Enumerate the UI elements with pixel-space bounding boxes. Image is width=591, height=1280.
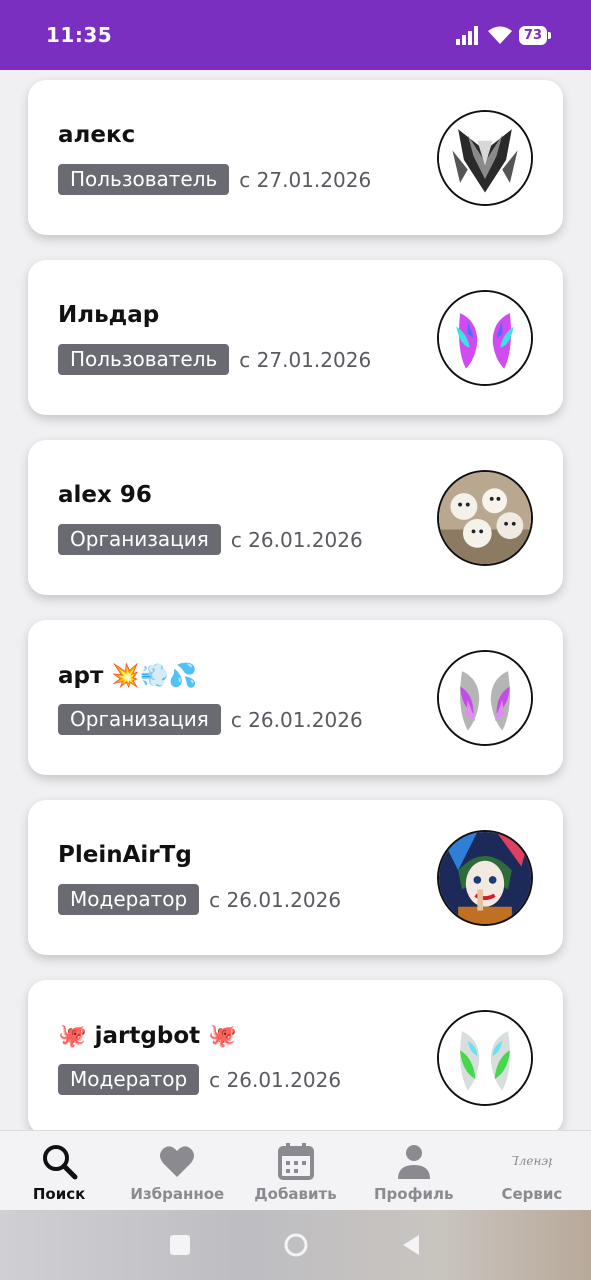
nav-profile-label: Профиль [373, 1185, 454, 1203]
avatar[interactable] [437, 290, 533, 386]
user-meta: Организация с 26.01.2026 [58, 524, 363, 555]
status-icons: 73 [455, 25, 552, 45]
dark-abstract-avatar-icon [439, 112, 531, 204]
nav-add[interactable]: Добавить [236, 1131, 354, 1210]
purple-wings-avatar-icon [439, 652, 531, 744]
member-since: с 26.01.2026 [209, 887, 342, 912]
user-card[interactable]: PleinAirTg Модератор с 26.01.2026 [28, 800, 563, 955]
member-since: с 26.01.2026 [209, 1067, 342, 1092]
user-meta: Организация с 26.01.2026 [58, 704, 363, 735]
user-card[interactable]: Ильдар Пользователь с 27.01.2026 [28, 260, 563, 415]
avatar[interactable] [437, 110, 533, 206]
system-nav-bar [0, 1210, 591, 1280]
member-since: с 27.01.2026 [239, 347, 372, 372]
neon-wings-avatar-icon [439, 292, 531, 384]
nav-search[interactable]: Поиск [0, 1131, 118, 1210]
dogs-meme-avatar-icon [439, 472, 531, 564]
role-badge: Модератор [58, 1064, 200, 1095]
user-name: 🐙 jartgbot 🐙 [58, 1023, 237, 1049]
home-icon[interactable] [283, 1232, 309, 1258]
user-name: алекс [58, 122, 136, 148]
user-card[interactable]: 🐙 jartgbot 🐙 Модератор с 26.01.2026 [28, 980, 563, 1130]
recents-icon[interactable] [167, 1232, 193, 1258]
member-since: с 27.01.2026 [239, 167, 372, 192]
user-meta: Модератор с 26.01.2026 [58, 1064, 341, 1095]
status-bar: 11:35 73 [0, 0, 591, 70]
joker-painting-avatar-icon [439, 832, 531, 924]
user-name: PleinAirTg [58, 842, 192, 868]
search-icon [43, 1145, 78, 1180]
avatar[interactable] [437, 830, 533, 926]
nav-favorites-label: Избранное [130, 1185, 225, 1203]
user-meta: Модератор с 26.01.2026 [58, 884, 341, 915]
signal-icon [455, 26, 478, 45]
bottom-nav: Поиск Избранное Добавить Профиль Пленэр [0, 1130, 591, 1210]
avatar[interactable] [437, 650, 533, 746]
role-badge: Модератор [58, 884, 200, 915]
user-name: Ильдар [58, 302, 160, 328]
nav-favorites[interactable]: Избранное [118, 1131, 236, 1210]
nav-profile[interactable]: Профиль [355, 1131, 473, 1210]
user-name: арт 💥💨💦 [58, 663, 198, 689]
user-meta: Пользователь с 27.01.2026 [58, 344, 371, 375]
nav-service-label: Сервис [501, 1185, 563, 1203]
role-badge: Пользователь [58, 164, 230, 195]
back-icon[interactable] [399, 1232, 425, 1258]
user-name: alex 96 [58, 482, 152, 508]
user-list[interactable]: алекс Пользователь с 27.01.2026 Ильдар П… [0, 70, 591, 1130]
role-badge: Организация [58, 524, 221, 555]
calendar-icon [277, 1143, 314, 1180]
user-meta: Пользователь с 27.01.2026 [58, 164, 371, 195]
user-card[interactable]: арт 💥💨💦 Организация с 26.01.2026 [28, 620, 563, 775]
member-since: с 26.01.2026 [230, 707, 363, 732]
role-badge: Организация [58, 704, 221, 735]
heart-icon [160, 1146, 195, 1177]
green-wings-avatar-icon [439, 1012, 531, 1104]
person-icon [397, 1145, 430, 1179]
member-since: с 26.01.2026 [230, 527, 363, 552]
status-time: 11:35 [46, 23, 113, 47]
role-badge: Пользователь [58, 344, 230, 375]
avatar[interactable] [437, 1010, 533, 1106]
nav-search-label: Поиск [32, 1185, 86, 1203]
service-logo-icon: Пленэр [512, 1154, 552, 1168]
battery-indicator: 73 [518, 25, 552, 45]
user-card[interactable]: алекс Пользователь с 27.01.2026 [28, 80, 563, 235]
service-logo-text: Пленэр [512, 1154, 552, 1168]
nav-service[interactable]: Пленэр Сервис [473, 1131, 591, 1210]
wifi-icon [487, 26, 512, 44]
nav-add-label: Добавить [254, 1185, 337, 1203]
avatar[interactable] [437, 470, 533, 566]
user-card[interactable]: alex 96 Организация с 26.01.2026 [28, 440, 563, 595]
